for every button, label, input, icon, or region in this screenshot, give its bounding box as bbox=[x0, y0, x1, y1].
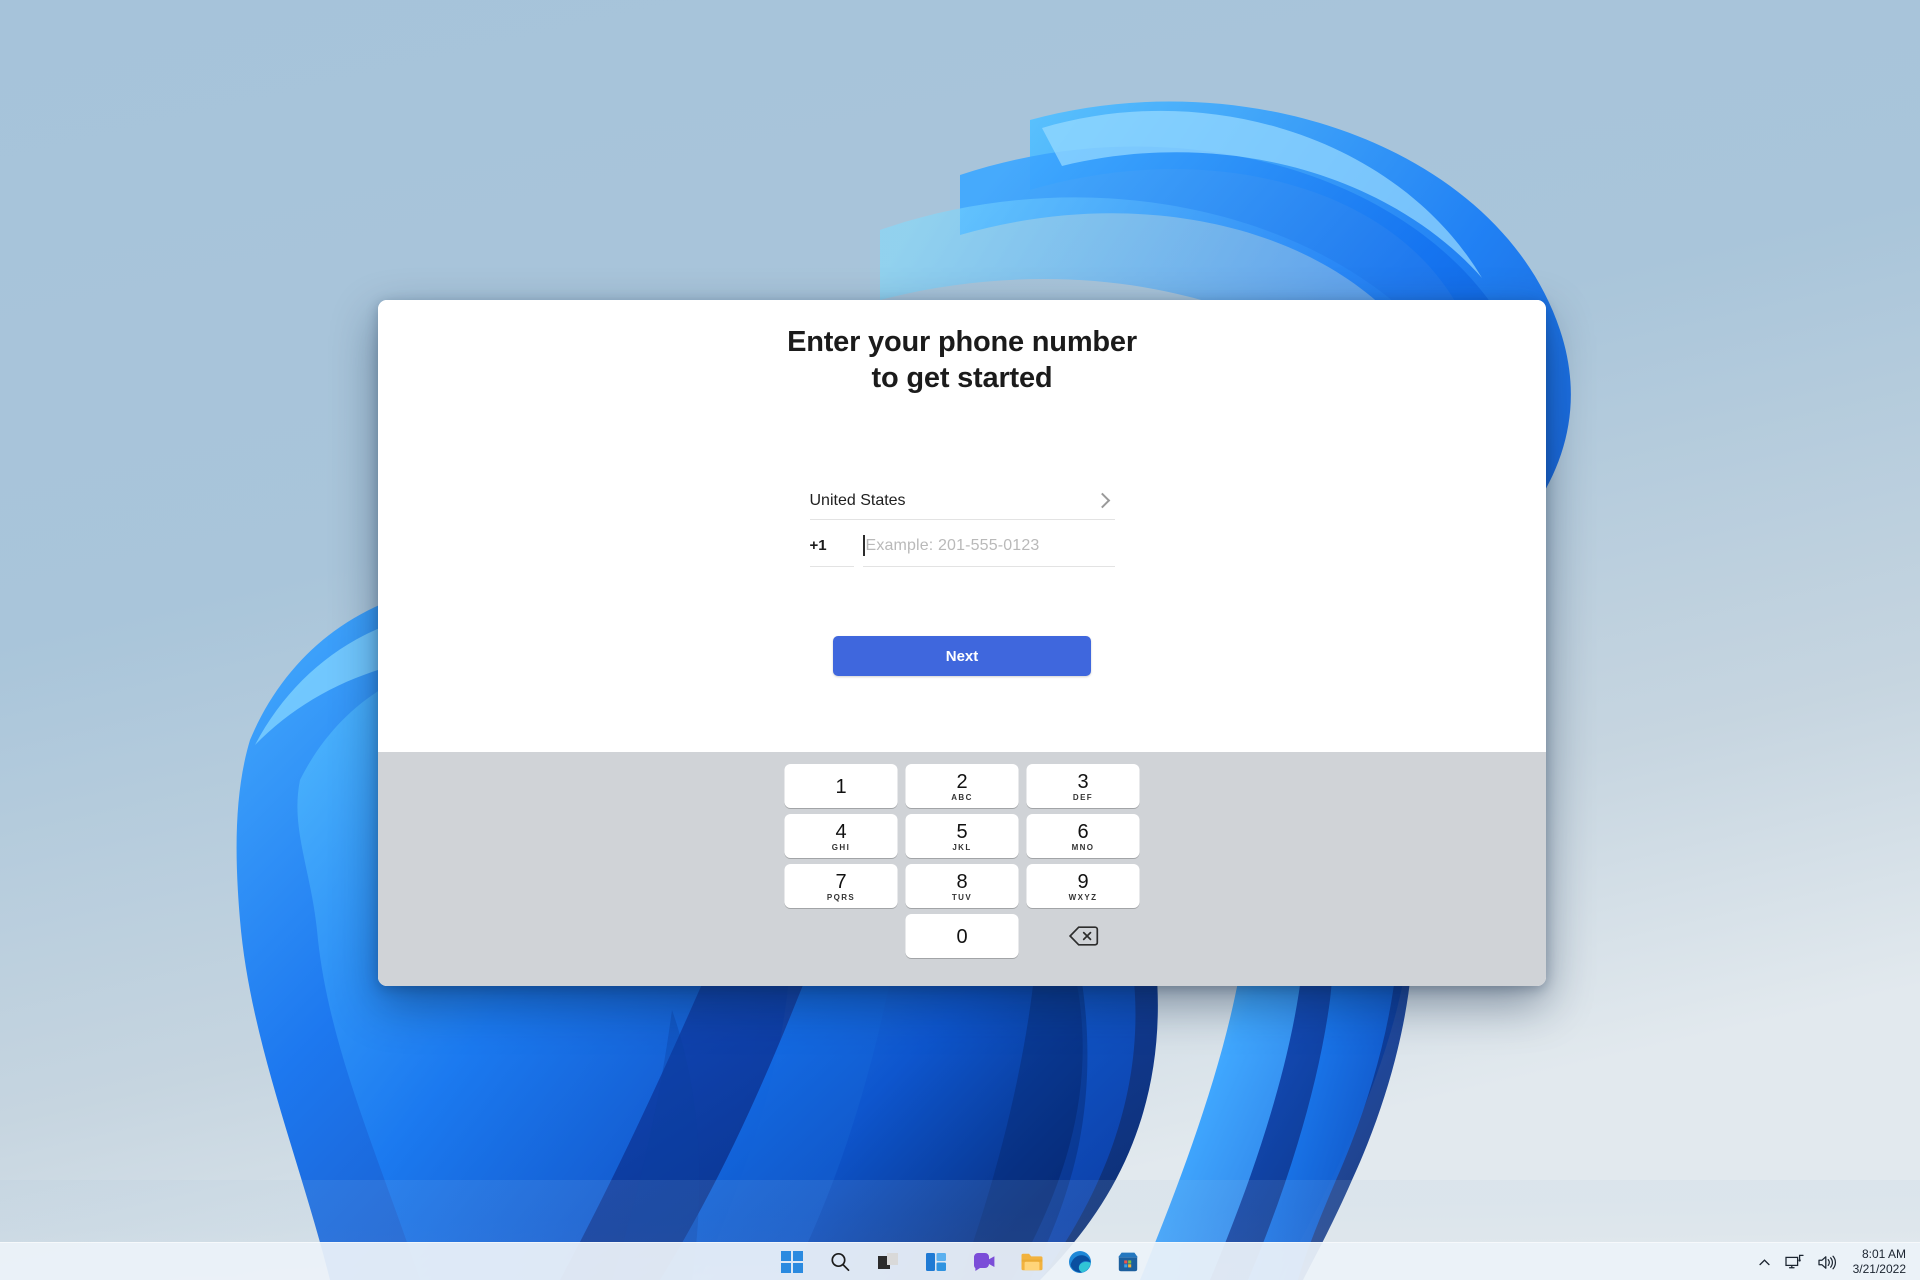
system-tray: 8:01 AM 3/21/2022 bbox=[1757, 1243, 1920, 1280]
folder-icon bbox=[1021, 1253, 1043, 1270]
keypad-key-7[interactable]: 7 PQRS bbox=[784, 864, 898, 908]
microsoft-store-icon bbox=[1118, 1252, 1138, 1271]
country-selector[interactable]: United States bbox=[809, 483, 1115, 520]
keypad-key-2[interactable]: 2 ABC bbox=[905, 764, 1019, 808]
keypad-key-4[interactable]: 4 GHI bbox=[784, 814, 898, 858]
keypad-key-9[interactable]: 9 WXYZ bbox=[1026, 864, 1140, 908]
network-button[interactable] bbox=[1784, 1254, 1804, 1271]
key-digit: 2 bbox=[956, 770, 968, 793]
country-code-field[interactable]: +1 bbox=[809, 526, 854, 567]
key-digit: 6 bbox=[1077, 820, 1089, 843]
key-letters: JKL bbox=[952, 842, 972, 852]
chat-button[interactable] bbox=[971, 1249, 997, 1275]
chevron-up-icon bbox=[1758, 1258, 1770, 1265]
key-digit: 4 bbox=[835, 820, 847, 843]
taskbar: 8:01 AM 3/21/2022 bbox=[0, 1242, 1920, 1280]
widgets-button[interactable] bbox=[923, 1249, 949, 1275]
key-digit: 7 bbox=[835, 870, 847, 893]
key-digit: 0 bbox=[956, 925, 968, 948]
clock-date: 3/21/2022 bbox=[1852, 1262, 1906, 1276]
country-selector-label: United States bbox=[809, 491, 906, 509]
network-monitor-icon bbox=[1784, 1254, 1804, 1268]
volume-button[interactable] bbox=[1817, 1254, 1836, 1271]
keypad-key-6[interactable]: 6 MNO bbox=[1026, 814, 1140, 858]
task-view-icon bbox=[878, 1252, 898, 1269]
page-title-line-2: to get started bbox=[871, 361, 1053, 394]
keypad-key-8[interactable]: 8 TUV bbox=[905, 864, 1019, 908]
keypad-key-5[interactable]: 5 JKL bbox=[905, 814, 1019, 858]
clock-time: 8:01 AM bbox=[1861, 1246, 1906, 1261]
page-title: Enter your phone number to get started bbox=[682, 325, 1242, 397]
keypad-key-0[interactable]: 0 bbox=[905, 914, 1019, 958]
key-letters: PQRS bbox=[826, 892, 856, 902]
search-button[interactable] bbox=[827, 1249, 853, 1275]
clock-and-date[interactable]: 8:01 AM 3/21/2022 bbox=[1853, 1247, 1906, 1278]
key-letters: WXYZ bbox=[1068, 892, 1098, 902]
key-digit: 1 bbox=[835, 775, 847, 798]
phone-number-placeholder: Example: 201-555-0123 bbox=[865, 536, 1040, 554]
chat-camera-icon bbox=[973, 1252, 995, 1271]
desktop: Enter your phone number to get started Un… bbox=[0, 0, 1920, 1280]
phone-number-row: +1 Example: 201-555-0123 bbox=[809, 526, 1115, 567]
keypad-blank-left bbox=[785, 914, 898, 958]
key-letters: ABC bbox=[951, 792, 973, 802]
speaker-icon bbox=[1817, 1255, 1836, 1269]
key-letters: TUV bbox=[951, 892, 973, 902]
key-digit: 3 bbox=[1077, 770, 1089, 793]
phone-number-input[interactable]: Example: 201-555-0123 bbox=[862, 526, 1115, 567]
search-icon bbox=[831, 1252, 850, 1271]
widgets-icon bbox=[926, 1252, 946, 1271]
keypad-key-3[interactable]: 3 DEF bbox=[1026, 764, 1140, 808]
store-button[interactable] bbox=[1115, 1249, 1141, 1275]
key-digit: 5 bbox=[956, 820, 968, 843]
edge-browser-icon bbox=[1069, 1250, 1091, 1273]
keypad-key-1[interactable]: 1 bbox=[784, 764, 898, 808]
key-digit: 9 bbox=[1077, 870, 1089, 893]
windows-logo-icon bbox=[781, 1250, 803, 1273]
start-button[interactable] bbox=[779, 1249, 805, 1275]
phone-form: United States +1 Example: 201-555-0123 bbox=[809, 483, 1115, 567]
country-code-label: +1 bbox=[809, 537, 827, 555]
phone-number-dialog: Enter your phone number to get started Un… bbox=[378, 300, 1546, 986]
key-letters: MNO bbox=[1071, 842, 1095, 852]
key-digit: 8 bbox=[956, 870, 968, 893]
dialog-content: Enter your phone number to get started Un… bbox=[378, 300, 1546, 752]
task-view-button[interactable] bbox=[875, 1249, 901, 1275]
chevron-right-icon bbox=[1094, 493, 1110, 509]
key-letters: DEF bbox=[1072, 792, 1094, 802]
show-hidden-icons-button[interactable] bbox=[1757, 1255, 1772, 1270]
key-letters: GHI bbox=[831, 842, 851, 852]
keypad-grid: 1 2 ABC 3 DEF 4 GHI 5 JKL 6 MNO 7 PQRS 8… bbox=[784, 764, 1140, 958]
page-title-line-1: Enter your phone number bbox=[787, 326, 1137, 358]
taskbar-app-list bbox=[779, 1249, 1141, 1275]
text-caret bbox=[862, 535, 865, 557]
next-button[interactable]: Next bbox=[833, 636, 1091, 676]
backspace-icon[interactable] bbox=[1027, 914, 1140, 958]
edge-button[interactable] bbox=[1067, 1249, 1093, 1275]
file-explorer-button[interactable] bbox=[1019, 1249, 1045, 1275]
numeric-keypad: 1 2 ABC 3 DEF 4 GHI 5 JKL 6 MNO 7 PQRS 8… bbox=[378, 752, 1546, 986]
